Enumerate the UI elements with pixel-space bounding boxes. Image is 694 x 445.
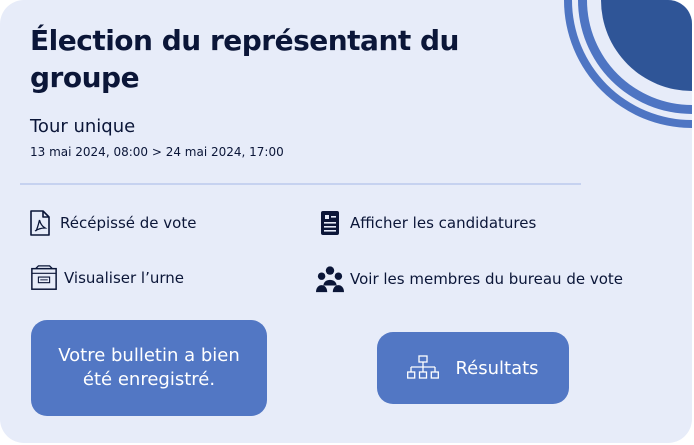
polling-station-members-link[interactable]: Voir les membres du bureau de vote [316, 264, 623, 294]
results-label: Résultats [455, 357, 539, 379]
election-card: Élection du représentant du groupe Tour … [0, 0, 692, 443]
view-ballot-box-label: Visualiser l’urne [64, 269, 185, 287]
ballot-box-icon [30, 264, 58, 292]
people-group-icon [316, 264, 344, 294]
show-candidates-label: Afficher les candidatures [350, 214, 537, 232]
election-title: Élection du représentant du groupe [30, 24, 460, 94]
election-dates: 13 mai 2024, 08:00 > 24 mai 2024, 17:00 [30, 145, 284, 159]
show-candidates-link[interactable]: Afficher les candidatures [316, 210, 536, 236]
polling-station-members-label: Voir les membres du bureau de vote [350, 270, 624, 288]
vote-recorded-text: Votre bulletin a bien été enregistré. [58, 345, 240, 390]
view-ballot-box-link[interactable]: Visualiser l’urne [30, 264, 184, 292]
election-round: Tour unique [30, 116, 136, 137]
pdf-file-icon [26, 210, 54, 236]
vote-recorded-status: Votre bulletin a bien été enregistré. [31, 320, 267, 416]
document-list-icon [316, 210, 344, 236]
vote-receipt-label: Récépissé de vote [60, 214, 197, 232]
vote-receipt-link[interactable]: Récépissé de vote [26, 210, 196, 236]
decorative-circles-icon [564, 0, 692, 128]
results-button[interactable]: Résultats [377, 332, 569, 404]
hierarchy-chart-icon [407, 355, 440, 381]
divider [20, 183, 581, 185]
